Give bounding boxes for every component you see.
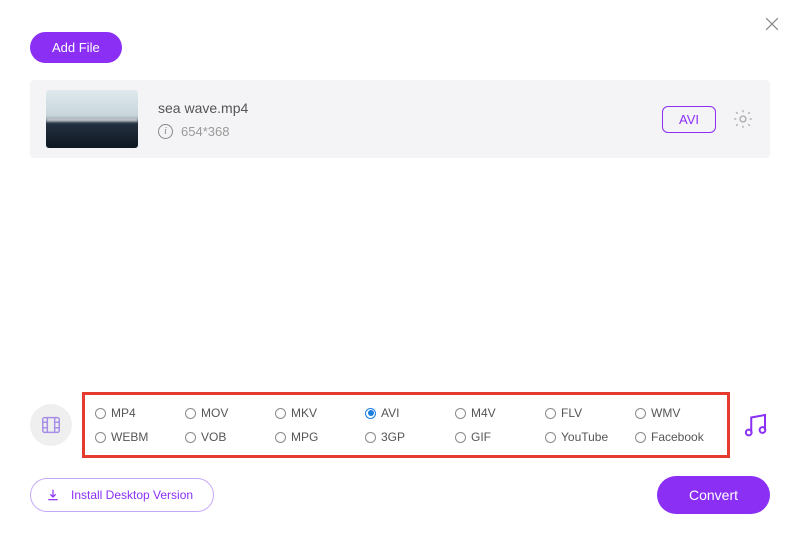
- format-option-label: Facebook: [651, 430, 704, 444]
- radio-icon: [545, 408, 556, 419]
- format-option-label: MPG: [291, 430, 318, 444]
- radio-icon: [185, 408, 196, 419]
- format-option-mp4[interactable]: MP4: [95, 403, 177, 423]
- format-option-gif[interactable]: GIF: [455, 427, 537, 447]
- format-option-label: AVI: [381, 406, 399, 420]
- format-option-label: FLV: [561, 406, 582, 420]
- format-option-m4v[interactable]: M4V: [455, 403, 537, 423]
- radio-icon: [275, 408, 286, 419]
- format-bar: MP4 MOV MKV AVI M4V FLV WMV WEBM VOB MPG 3GP GIF You…: [30, 392, 770, 458]
- install-desktop-label: Install Desktop Version: [71, 488, 193, 502]
- radio-icon: [635, 432, 646, 443]
- radio-icon: [95, 408, 106, 419]
- radio-icon: [275, 432, 286, 443]
- format-option-label: 3GP: [381, 430, 405, 444]
- radio-icon: [365, 432, 376, 443]
- formats-box: MP4 MOV MKV AVI M4V FLV WMV WEBM VOB MPG 3GP GIF You…: [82, 392, 730, 458]
- radio-icon: [635, 408, 646, 419]
- format-option-label: MKV: [291, 406, 317, 420]
- radio-icon: [185, 432, 196, 443]
- radio-icon: [365, 408, 376, 419]
- film-icon[interactable]: [30, 404, 72, 446]
- radio-icon: [95, 432, 106, 443]
- gear-icon[interactable]: [732, 108, 754, 130]
- file-name: sea wave.mp4: [158, 100, 248, 116]
- format-option-webm[interactable]: WEBM: [95, 427, 177, 447]
- radio-icon: [455, 408, 466, 419]
- convert-button[interactable]: Convert: [657, 476, 770, 514]
- format-option-avi[interactable]: AVI: [365, 403, 447, 423]
- music-icon[interactable]: [740, 410, 770, 440]
- format-option-mpg[interactable]: MPG: [275, 427, 357, 447]
- radio-icon: [455, 432, 466, 443]
- format-option-label: MP4: [111, 406, 136, 420]
- file-meta: sea wave.mp4 i 654*368: [158, 100, 248, 139]
- format-option-wmv[interactable]: WMV: [635, 403, 717, 423]
- download-icon: [45, 487, 61, 503]
- install-desktop-button[interactable]: Install Desktop Version: [30, 478, 214, 512]
- radio-icon: [545, 432, 556, 443]
- format-option-label: VOB: [201, 430, 226, 444]
- format-option-label: GIF: [471, 430, 491, 444]
- close-icon[interactable]: [762, 14, 782, 34]
- target-format-button[interactable]: AVI: [662, 106, 716, 133]
- format-option-youtube[interactable]: YouTube: [545, 427, 627, 447]
- format-option-label: MOV: [201, 406, 228, 420]
- format-option-label: M4V: [471, 406, 496, 420]
- format-option-mkv[interactable]: MKV: [275, 403, 357, 423]
- file-dimensions: 654*368: [181, 124, 229, 139]
- format-option-facebook[interactable]: Facebook: [635, 427, 717, 447]
- file-thumbnail[interactable]: [46, 90, 138, 148]
- info-icon[interactable]: i: [158, 124, 173, 139]
- format-option-flv[interactable]: FLV: [545, 403, 627, 423]
- format-option-label: WEBM: [111, 430, 148, 444]
- format-option-mov[interactable]: MOV: [185, 403, 267, 423]
- format-option-label: YouTube: [561, 430, 608, 444]
- file-row: sea wave.mp4 i 654*368 AVI: [30, 80, 770, 158]
- format-option-3gp[interactable]: 3GP: [365, 427, 447, 447]
- format-option-label: WMV: [651, 406, 680, 420]
- format-option-vob[interactable]: VOB: [185, 427, 267, 447]
- add-file-button[interactable]: Add File: [30, 32, 122, 63]
